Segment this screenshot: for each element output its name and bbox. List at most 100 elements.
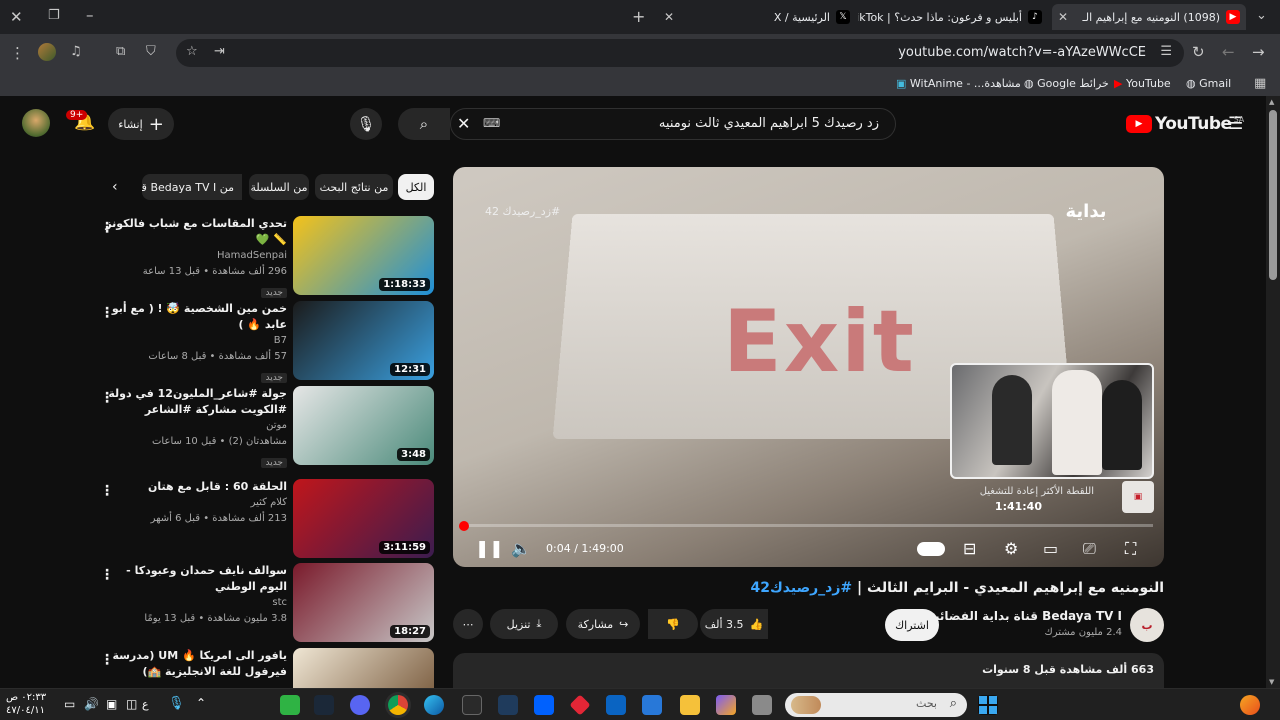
video-title-hashtag[interactable]: #زد_رصيدك42 — [750, 580, 852, 596]
theater-mode-icon[interactable]: ▭ — [1043, 539, 1058, 558]
cast-icon[interactable]: ⎚ — [1083, 539, 1096, 559]
dislike-button[interactable]: 👎 — [648, 609, 698, 639]
red-diamond-app-icon[interactable] — [569, 694, 591, 716]
steam-icon[interactable] — [314, 695, 334, 715]
video-channel[interactable]: HamadSenpai — [102, 248, 287, 264]
video-channel[interactable]: كلام كثير — [102, 495, 287, 511]
video-thumbnail[interactable]: 3:48 — [293, 386, 434, 465]
video-title[interactable]: خمن مين الشخصية 🤯 ! ( مع أبو عابد 🔥 ) — [102, 301, 287, 333]
taskbar-search[interactable]: بحث ⌕ — [785, 693, 967, 717]
video-thumbnail[interactable]: 3:11:59 — [293, 479, 434, 558]
epic-games-icon[interactable] — [462, 695, 482, 715]
related-video-item[interactable]: 3:11:59 الحلقة 60 : قابل مع هتان كلام كثير… — [96, 479, 434, 559]
outlook-icon[interactable] — [606, 695, 626, 715]
related-video-item[interactable]: 1:18:33 تحدي المقاسات مع شباب فالكونز 📏 💚… — [96, 216, 434, 298]
progress-bar[interactable] — [463, 524, 1153, 527]
install-app-icon[interactable]: ⇥ — [214, 44, 225, 59]
video-channel[interactable]: stc — [102, 595, 287, 611]
video-menu-icon[interactable]: ⋮ — [100, 305, 114, 321]
voice-search-button[interactable]: 🎙 — [350, 108, 382, 140]
microphone-icon[interactable]: 🎙 — [168, 696, 185, 711]
chip-from-channel[interactable]: من Bedaya TV I قنا — [142, 174, 242, 200]
chrome-icon[interactable] — [388, 695, 408, 715]
minimize-window-icon[interactable]: – — [86, 6, 94, 24]
windows-start-icon[interactable] — [978, 695, 998, 715]
back-icon[interactable]: → — [1252, 43, 1265, 61]
media-control-icon[interactable]: ♫ — [70, 44, 82, 59]
subscribe-button[interactable]: اشتراك — [885, 609, 939, 641]
video-thumbnail[interactable] — [293, 648, 434, 688]
edge-icon[interactable] — [424, 695, 444, 715]
network-icon[interactable]: ▣ — [106, 697, 117, 711]
share-button[interactable]: ↪ مشاركة — [566, 609, 640, 639]
speaker-icon[interactable]: 🔊 — [84, 697, 99, 711]
site-settings-icon[interactable]: ☰ — [1160, 44, 1172, 59]
new-tab-icon[interactable]: + — [632, 7, 645, 26]
restore-window-icon[interactable]: ❐ — [48, 8, 60, 23]
search-input[interactable]: زد رصيدك 5 ابراهيم المعيدي ثالث نومنيه — [659, 116, 879, 131]
notification-icon[interactable]: ◫ — [126, 697, 137, 711]
video-menu-icon[interactable]: ⋮ — [100, 652, 114, 668]
file-explorer-icon[interactable] — [680, 695, 700, 715]
apps-grid-icon[interactable]: ▦ — [1254, 76, 1266, 91]
chip-all[interactable]: الكل — [398, 174, 434, 200]
system-clock[interactable]: ٠٢:٣٣ ص ٤٧/٠٤/١١ — [6, 691, 46, 717]
chip-from-series[interactable]: من السلسلة — [249, 174, 309, 200]
close-tab-icon[interactable]: ✕ — [1052, 10, 1068, 24]
chip-search-results[interactable]: من نتائج البحث — [315, 174, 393, 200]
tab-tiktok[interactable]: ♪ أبليس و فرعون: ماذا حدث؟ | TikTok ✕ — [858, 4, 1048, 30]
input-language[interactable]: ع — [142, 698, 149, 711]
clear-search-icon[interactable]: ✕ — [457, 114, 470, 133]
video-title[interactable]: جولة #شاعر_المليون12 في دولة #الكويت مشا… — [102, 386, 287, 418]
app-green-icon[interactable] — [280, 695, 300, 715]
related-video-item[interactable]: 3:48 جولة #شاعر_المليون12 في دولة #الكويت… — [96, 386, 434, 468]
show-hidden-icons-icon[interactable]: ⌃ — [196, 696, 206, 710]
scroll-down-icon[interactable]: ▼ — [1269, 678, 1274, 686]
description-box[interactable]: 663 ألف مشاهدة قبل 8 سنوات — [453, 653, 1164, 688]
bookmark-witanime[interactable]: مشاهدة... - WitAnime ▣ — [896, 77, 1021, 90]
video-title[interactable]: سوالف نايف حمدان وعبودكا - اليوم الوطني — [102, 563, 287, 595]
related-video-item[interactable]: يافور الى امريكا 🔥 UM (مدرسة فيرفول للغة… — [96, 648, 434, 688]
search-button[interactable]: ⌕ — [398, 108, 450, 140]
close-window-icon[interactable]: ✕ — [10, 8, 23, 26]
video-channel[interactable]: B7 — [102, 333, 287, 349]
tab-search-icon[interactable]: ⌄ — [1256, 8, 1267, 23]
more-actions-button[interactable]: ⋯ — [453, 609, 483, 639]
discord-icon[interactable] — [350, 695, 370, 715]
settings-gear-icon[interactable]: ⚙ — [1004, 539, 1018, 558]
keyboard-icon[interactable]: ⌨ — [483, 116, 500, 130]
create-button[interactable]: + إنشاء — [108, 108, 174, 140]
channel-branding-icon[interactable]: ▣ — [1122, 481, 1154, 513]
autoplay-toggle[interactable] — [917, 542, 945, 556]
video-title[interactable]: يافور الى امريكا 🔥 UM (مدرسة فيرفول للغة… — [102, 648, 287, 680]
bookmark-gmail[interactable]: Gmail ◍ — [1186, 77, 1231, 90]
url-text[interactable]: youtube.com/watch?v=-aYAzeWWcCE — [898, 45, 1146, 60]
video-menu-icon[interactable]: ⋮ — [100, 220, 114, 236]
shield-icon[interactable]: ⛉ — [146, 44, 156, 59]
tab-youtube[interactable]: ▶ (1098) النومنيه مع إبراهيم الـ ✕ — [1052, 4, 1246, 30]
video-menu-icon[interactable]: ⋮ — [100, 390, 114, 406]
scroll-up-icon[interactable]: ▲ — [1269, 98, 1274, 106]
video-menu-icon[interactable]: ⋮ — [100, 483, 114, 499]
youtube-logo[interactable]: ▶ YouTube SA — [1126, 113, 1244, 135]
store-icon[interactable] — [642, 695, 662, 715]
fullscreen-icon[interactable]: ⛶ — [1125, 539, 1136, 559]
like-button[interactable]: 👍 3.5 ألف — [700, 609, 768, 639]
reload-icon[interactable]: ↻ — [1192, 43, 1205, 61]
account-avatar[interactable] — [22, 109, 50, 137]
video-title[interactable]: الحلقة 60 : قابل مع هتان — [102, 479, 287, 495]
channel-avatar[interactable]: ب — [1130, 608, 1164, 642]
volume-icon[interactable]: 🔈 — [511, 539, 531, 558]
page-scrollbar[interactable]: ▲ ▼ — [1266, 96, 1280, 688]
pause-icon[interactable]: ❚❚ — [475, 539, 504, 559]
profile-avatar[interactable] — [38, 43, 56, 61]
progress-scrubber[interactable] — [459, 521, 469, 531]
video-thumbnail[interactable]: 1:18:33 — [293, 216, 434, 295]
battery-icon[interactable]: ▭ — [64, 697, 75, 711]
address-bar[interactable]: ☆ ⇥ youtube.com/watch?v=-aYAzeWWcCE ☰ — [176, 39, 1184, 67]
close-tab-icon[interactable]: ✕ — [660, 10, 674, 24]
download-button[interactable]: ⤓ تنزيل — [490, 609, 558, 639]
dropbox-icon[interactable] — [534, 695, 554, 715]
bookmark-star-icon[interactable]: ☆ — [186, 44, 198, 59]
widgets-weather-icon[interactable] — [1240, 695, 1260, 715]
